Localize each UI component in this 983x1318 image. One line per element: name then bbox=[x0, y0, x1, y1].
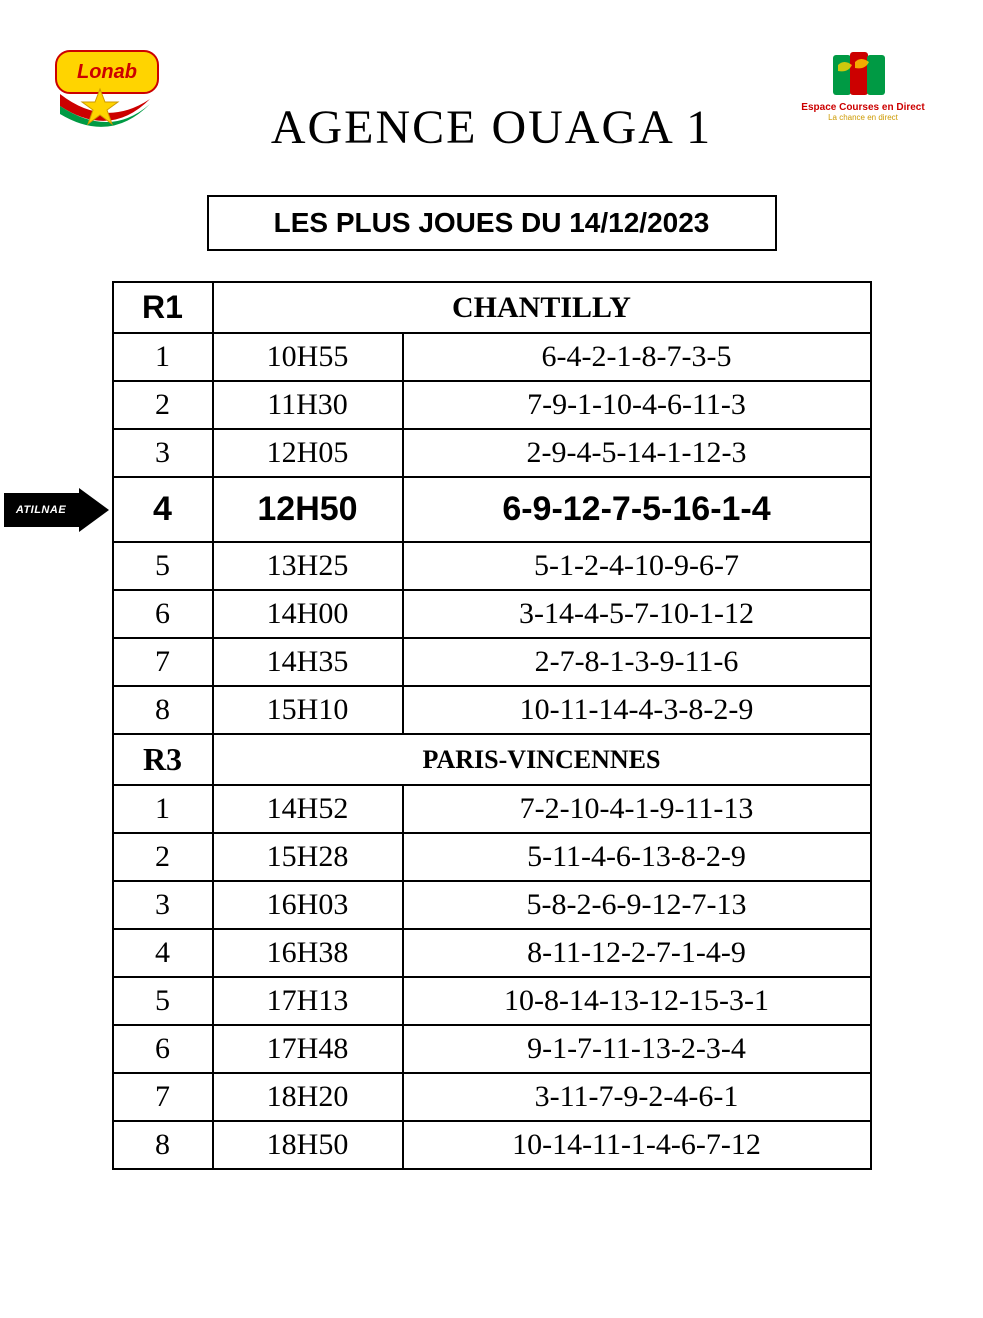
logo-ecd: Espace Courses en Direct La chance en di… bbox=[798, 50, 928, 150]
table-row: 818H5010-14-11-1-4-6-7-12 bbox=[113, 1121, 871, 1169]
race-picks: 8-11-12-2-7-1-4-9 bbox=[403, 929, 871, 977]
table-row: 815H1010-11-14-4-3-8-2-9 bbox=[113, 686, 871, 734]
race-time: 15H28 bbox=[213, 833, 403, 881]
race-picks: 7-9-1-10-4-6-11-3 bbox=[403, 381, 871, 429]
race-picks: 5-8-2-6-9-12-7-13 bbox=[403, 881, 871, 929]
race-picks: 10-11-14-4-3-8-2-9 bbox=[403, 686, 871, 734]
race-number: 1 bbox=[113, 785, 213, 833]
race-picks: 3-11-7-9-2-4-6-1 bbox=[403, 1073, 871, 1121]
race-time: 13H25 bbox=[213, 542, 403, 590]
race-time: 12H05 bbox=[213, 429, 403, 477]
race-time: 14H52 bbox=[213, 785, 403, 833]
arrow-head-icon bbox=[79, 488, 109, 532]
table-row: 312H052-9-4-5-14-1-12-3 bbox=[113, 429, 871, 477]
race-number: 7 bbox=[113, 1073, 213, 1121]
picks-table: R1CHANTILLY110H556-4-2-1-8-7-3-5211H307-… bbox=[112, 281, 872, 1170]
lonab-swoosh-icon bbox=[55, 84, 155, 134]
race-time: 14H35 bbox=[213, 638, 403, 686]
table-row: 714H352-7-8-1-3-9-11-6 bbox=[113, 638, 871, 686]
race-picks: 5-1-2-4-10-9-6-7 bbox=[403, 542, 871, 590]
section-name: CHANTILLY bbox=[213, 282, 871, 333]
table-row: 110H556-4-2-1-8-7-3-5 bbox=[113, 333, 871, 381]
race-number: 8 bbox=[113, 686, 213, 734]
table-row: 718H203-11-7-9-2-4-6-1 bbox=[113, 1073, 871, 1121]
race-picks: 7-2-10-4-1-9-11-13 bbox=[403, 785, 871, 833]
race-picks: 2-9-4-5-14-1-12-3 bbox=[403, 429, 871, 477]
race-time: 10H55 bbox=[213, 333, 403, 381]
race-number: 6 bbox=[113, 1025, 213, 1073]
race-number: 5 bbox=[113, 542, 213, 590]
table-row: 517H1310-8-14-13-12-15-3-1 bbox=[113, 977, 871, 1025]
table-row: 215H285-11-4-6-13-8-2-9 bbox=[113, 833, 871, 881]
race-number: 2 bbox=[113, 833, 213, 881]
table-row: 114H527-2-10-4-1-9-11-13 bbox=[113, 785, 871, 833]
table-row: 617H489-1-7-11-13-2-3-4 bbox=[113, 1025, 871, 1073]
section-name: PARIS-VINCENNES bbox=[213, 734, 871, 785]
race-picks: 5-11-4-6-13-8-2-9 bbox=[403, 833, 871, 881]
section-header-row: R1CHANTILLY bbox=[113, 282, 871, 333]
lonab-text: Lonab bbox=[77, 61, 137, 84]
logo-lonab: Lonab bbox=[55, 50, 155, 140]
flags-icon bbox=[828, 50, 898, 100]
race-time: 16H03 bbox=[213, 881, 403, 929]
section-code: R3 bbox=[113, 734, 213, 785]
logo-right-line2: La chance en direct bbox=[798, 113, 928, 122]
race-number: 4ATILNAE bbox=[113, 477, 213, 542]
race-number: 2 bbox=[113, 381, 213, 429]
race-picks: 6-9-12-7-5-16-1-4 bbox=[403, 477, 871, 542]
race-time: 15H10 bbox=[213, 686, 403, 734]
race-picks: 2-7-8-1-3-9-11-6 bbox=[403, 638, 871, 686]
race-time: 16H38 bbox=[213, 929, 403, 977]
arrow-label: ATILNAE bbox=[4, 493, 79, 527]
page: Lonab Espace Courses en Direct La chance… bbox=[0, 0, 983, 1230]
race-picks: 10-14-11-1-4-6-7-12 bbox=[403, 1121, 871, 1169]
table-row: 211H307-9-1-10-4-6-11-3 bbox=[113, 381, 871, 429]
race-number: 6 bbox=[113, 590, 213, 638]
race-picks: 9-1-7-11-13-2-3-4 bbox=[403, 1025, 871, 1073]
table-row: 513H255-1-2-4-10-9-6-7 bbox=[113, 542, 871, 590]
race-time: 14H00 bbox=[213, 590, 403, 638]
section-code: R1 bbox=[113, 282, 213, 333]
race-time: 17H48 bbox=[213, 1025, 403, 1073]
race-time: 18H20 bbox=[213, 1073, 403, 1121]
race-number: 7 bbox=[113, 638, 213, 686]
logo-right-line1: Espace Courses en Direct bbox=[798, 102, 928, 113]
table-row: 614H003-14-4-5-7-10-1-12 bbox=[113, 590, 871, 638]
race-picks: 10-8-14-13-12-15-3-1 bbox=[403, 977, 871, 1025]
subtitle: LES PLUS JOUES DU 14/12/2023 bbox=[207, 195, 777, 251]
race-number: 5 bbox=[113, 977, 213, 1025]
race-picks: 3-14-4-5-7-10-1-12 bbox=[403, 590, 871, 638]
race-time: 11H30 bbox=[213, 381, 403, 429]
highlight-arrow-icon: ATILNAE bbox=[4, 488, 114, 532]
race-number: 4 bbox=[113, 929, 213, 977]
section-header-row: R3PARIS-VINCENNES bbox=[113, 734, 871, 785]
race-number: 3 bbox=[113, 881, 213, 929]
race-time: 12H50 bbox=[213, 477, 403, 542]
race-time: 18H50 bbox=[213, 1121, 403, 1169]
table-row: 316H035-8-2-6-9-12-7-13 bbox=[113, 881, 871, 929]
race-number: 1 bbox=[113, 333, 213, 381]
race-number: 8 bbox=[113, 1121, 213, 1169]
table-wrap: R1CHANTILLY110H556-4-2-1-8-7-3-5211H307-… bbox=[112, 281, 872, 1170]
race-picks: 6-4-2-1-8-7-3-5 bbox=[403, 333, 871, 381]
race-time: 17H13 bbox=[213, 977, 403, 1025]
race-number: 3 bbox=[113, 429, 213, 477]
table-row: 416H388-11-12-2-7-1-4-9 bbox=[113, 929, 871, 977]
table-row: 4ATILNAE12H506-9-12-7-5-16-1-4 bbox=[113, 477, 871, 542]
